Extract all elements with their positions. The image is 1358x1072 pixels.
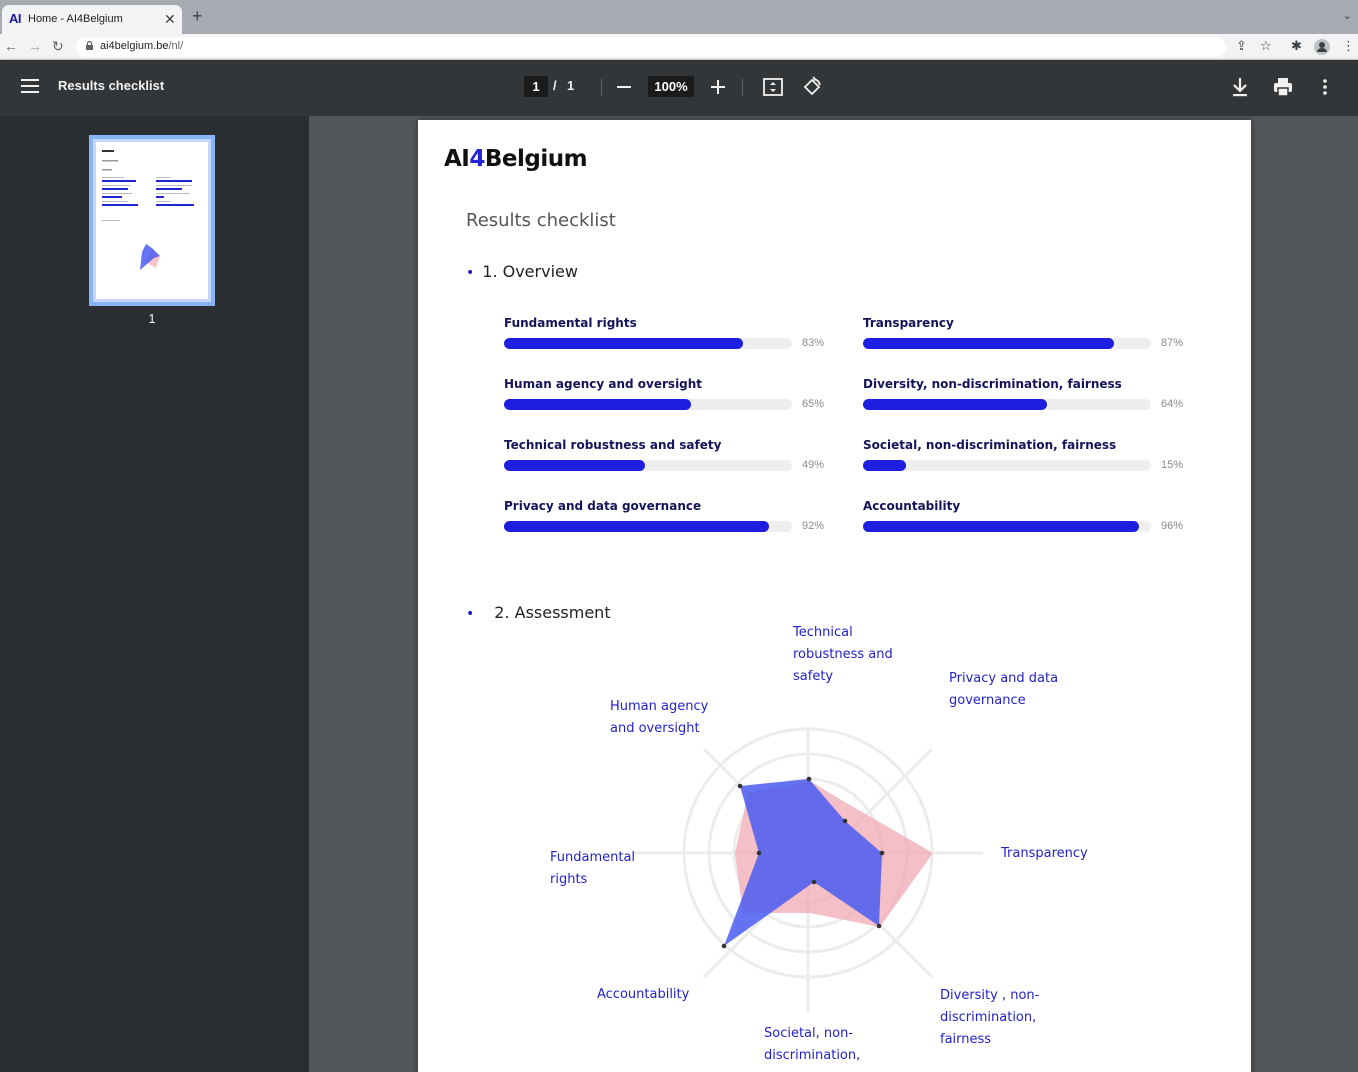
share-icon[interactable]: ⇪ [1236, 38, 1247, 54]
assessment-radar-chart [633, 727, 983, 1013]
print-icon[interactable] [1273, 77, 1293, 97]
radar-label-technical: Technical robustness and safety [793, 625, 893, 684]
profile-icon[interactable] [1314, 39, 1330, 55]
radar-point [876, 923, 882, 929]
forward-arrow-icon[interactable]: → [28, 38, 42, 54]
radar-point [879, 850, 885, 856]
zoom-in-button[interactable] [711, 80, 725, 94]
rotate-icon[interactable] [801, 76, 823, 98]
pdf-page: AI4Belgium Results checklist • 1. Overvie… [418, 120, 1251, 1072]
toolbar-divider [601, 79, 602, 96]
tab-title: Home - AI4Belgium [28, 13, 123, 25]
page-total: 1 [567, 78, 575, 93]
zoom-level-input[interactable]: 100% [648, 76, 694, 97]
zoom-out-button[interactable] [617, 86, 631, 88]
tab-search-chevron-icon[interactable]: ⌄ [1343, 9, 1352, 22]
radar-label-human: Human agency and oversight [610, 699, 709, 736]
page-thumbnail[interactable] [89, 135, 215, 306]
radar-label-accountability: Accountability [597, 987, 690, 1002]
radar-label-transparency: Transparency [1001, 846, 1088, 861]
lock-icon [86, 41, 93, 50]
new-tab-button[interactable]: + [192, 7, 203, 25]
thumbnail-sidebar: 1 [0, 116, 309, 1072]
thumbnail-page-number: 1 [148, 311, 156, 326]
radar-point [811, 879, 817, 885]
thumbnail-preview-image [102, 150, 194, 270]
radar-point [737, 783, 743, 789]
page-number-input[interactable]: 1 [524, 76, 548, 97]
back-arrow-icon[interactable]: ← [4, 38, 18, 54]
star-icon[interactable]: ☆ [1260, 38, 1272, 54]
document-viewport[interactable]: AI4Belgium Results checklist • 1. Overvie… [309, 116, 1358, 1072]
radar-point [756, 850, 762, 856]
url-text: ai4belgium.be/nl/ [100, 40, 184, 52]
browser-menu-icon[interactable]: ⋮ [1342, 38, 1355, 54]
radar-label-societal: Societal, non-discrimination, [764, 1026, 861, 1063]
reload-icon[interactable]: ↻ [52, 38, 64, 54]
fit-page-icon[interactable] [763, 77, 783, 97]
hamburger-icon[interactable] [21, 79, 39, 93]
download-icon[interactable] [1231, 77, 1249, 97]
site-favicon-icon: AI [9, 11, 22, 26]
radar-label-privacy: Privacy and data governance [949, 671, 1059, 708]
address-bar[interactable]: ai4belgium.be/nl/ [76, 37, 1226, 57]
radar-point [721, 943, 727, 949]
toolbar-divider [742, 79, 743, 96]
radar-label-diversity: Diversity , non-discrimination, fairness [940, 988, 1040, 1047]
thumbnail-preview [96, 142, 208, 299]
more-vert-icon[interactable] [1316, 77, 1334, 97]
radar-label-fundamental: Fundamental rights [550, 850, 636, 887]
page-separator: / [553, 78, 557, 93]
close-tab-icon[interactable]: ✕ [164, 11, 176, 28]
pdf-toolbar: Results checklist 1 / 1 100% [0, 60, 1358, 116]
browser-toolbar: ← → ↻ ai4belgium.be/nl/ ⇪ ☆ ✱ ⋮ [0, 34, 1358, 60]
browser-tabstrip: AI Home - AI4Belgium ✕ + ⌄ [0, 0, 1358, 34]
radar-point [842, 818, 848, 824]
browser-tab[interactable]: AI Home - AI4Belgium ✕ [2, 5, 182, 34]
document-title: Results checklist [58, 78, 165, 93]
radar-point [806, 776, 812, 782]
extensions-icon[interactable]: ✱ [1291, 38, 1302, 54]
